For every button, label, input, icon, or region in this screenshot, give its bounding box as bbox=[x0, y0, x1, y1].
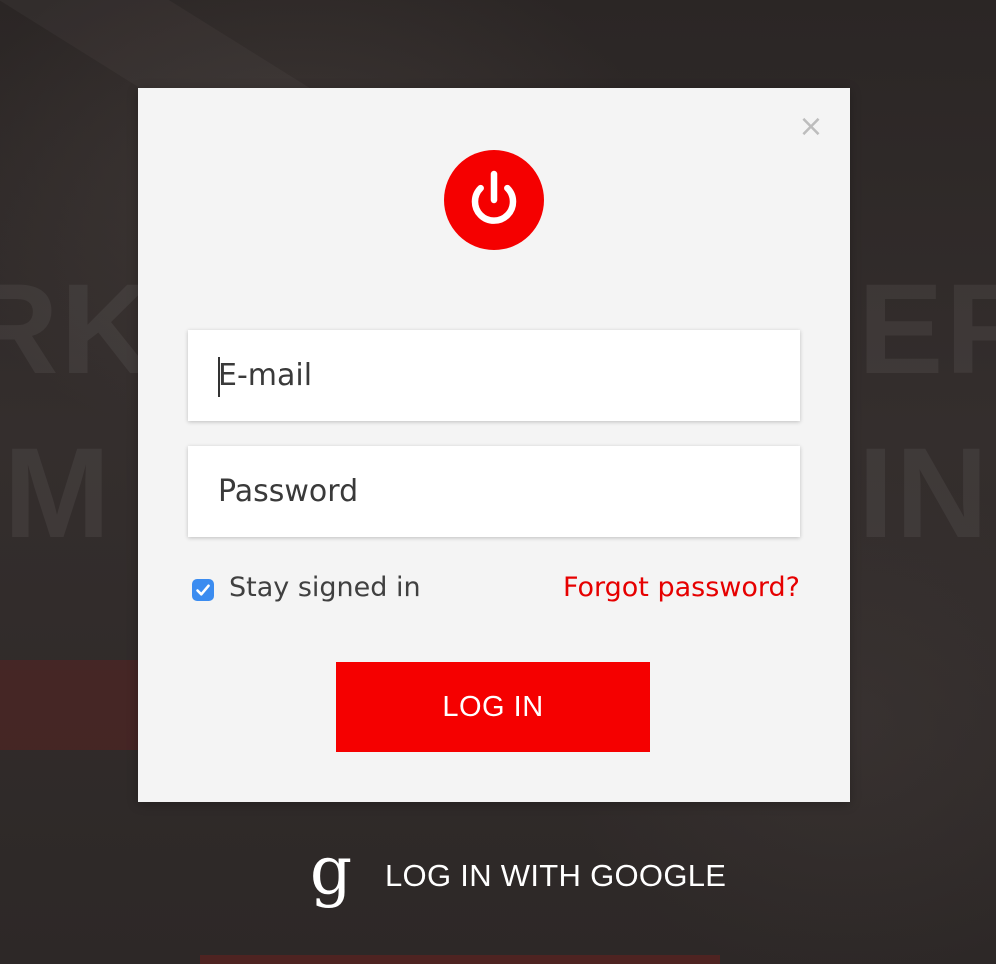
login-button[interactable]: LOG IN bbox=[336, 662, 650, 752]
power-icon bbox=[444, 150, 544, 250]
checkmark-icon bbox=[196, 584, 210, 596]
background-faint-text: EF bbox=[858, 258, 996, 401]
stay-signed-in-checkbox[interactable] bbox=[192, 579, 214, 601]
background-faint-text: IN bbox=[858, 422, 990, 565]
google-g-icon: g bbox=[309, 832, 353, 909]
background-decoration bbox=[200, 955, 720, 964]
google-login-label: LOG IN WITH GOOGLE bbox=[385, 858, 727, 893]
forgot-password-link[interactable]: Forgot password? bbox=[563, 570, 800, 606]
background-faint-text: IM bbox=[0, 422, 113, 565]
background-faint-text: RK bbox=[0, 258, 155, 401]
google-login-button[interactable]: g LOG IN WITH GOOGLE bbox=[305, 832, 726, 914]
close-icon[interactable]: × bbox=[796, 112, 826, 142]
email-field[interactable] bbox=[188, 330, 800, 421]
background-decoration bbox=[0, 660, 138, 750]
password-field[interactable] bbox=[188, 446, 800, 537]
stay-signed-in-label[interactable]: Stay signed in bbox=[229, 570, 421, 606]
